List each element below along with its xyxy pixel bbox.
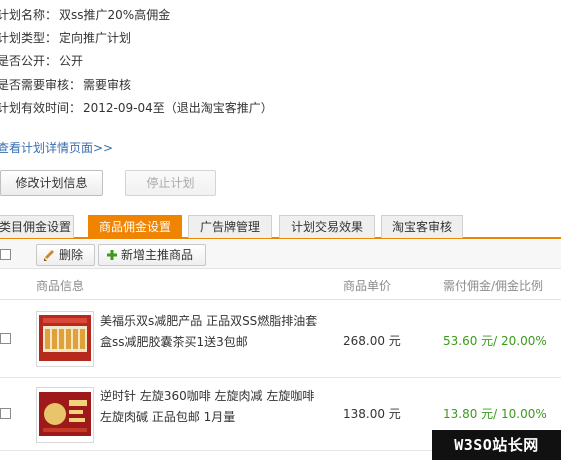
plan-name-row: 计划名称： 双ss推广20%高佣金 [0, 6, 170, 24]
plan-public-label: 是否公开： [0, 54, 58, 68]
plan-public-row: 是否公开： 公开 [0, 52, 83, 70]
product-commission: 53.60 元/ 20.00% [443, 334, 547, 348]
tab-category-commission[interactable]: 类目佣金设置 [0, 215, 74, 238]
plan-valid-label: 计划有效时间： [0, 101, 82, 115]
row-checkbox[interactable] [0, 333, 11, 344]
watermark: W3SO站长网 [432, 430, 561, 460]
add-product-button[interactable]: 新增主推商品 [98, 244, 206, 266]
plan-valid-value: 2012-09-04至（退出淘宝客推广） [83, 101, 273, 115]
product-name-line: 美福乐双s减肥产品 正品双SS燃脂排油套 [100, 314, 318, 328]
product-name[interactable]: 美福乐双s减肥产品 正品双SS燃脂排油套 盒ss减肥胶囊茶买1送3包邮 [100, 311, 352, 353]
plan-review-label: 是否需要审核： [0, 78, 82, 92]
tab-bar: 类目佣金设置 商品佣金设置 广告牌管理 计划交易效果 淘宝客审核 [0, 213, 561, 239]
edit-plan-button[interactable]: 修改计划信息 [0, 170, 103, 196]
broom-icon [43, 248, 57, 262]
product-toolbar: 删除 新增主推商品 [0, 240, 561, 269]
tab-review[interactable]: 淘宝客审核 [381, 215, 463, 238]
table-row: 美福乐双s减肥产品 正品双SS燃脂排油套 盒ss减肥胶囊茶买1送3包邮 268.… [0, 300, 561, 378]
plan-valid-row: 计划有效时间： 2012-09-04至（退出淘宝客推广） [0, 99, 273, 117]
product-name-line: 左旋肉碱 正品包邮 1月量 [100, 410, 236, 424]
product-price: 138.00 元 [343, 407, 401, 421]
plan-name-value: 双ss推广20%高佣金 [59, 8, 171, 22]
plan-type-label: 计划类型： [0, 31, 58, 45]
plan-detail-link[interactable]: 查看计划详情页面>> [0, 139, 113, 156]
delete-label: 删除 [59, 248, 84, 262]
delete-button[interactable]: 删除 [36, 244, 95, 266]
product-thumbnail[interactable] [36, 311, 94, 367]
product-price: 268.00 元 [343, 334, 401, 348]
product-table-header: 商品信息 商品单价 需付佣金/佣金比例 [0, 271, 561, 300]
plan-type-value: 定向推广计划 [59, 31, 132, 45]
plan-review-row: 是否需要审核： 需要审核 [0, 76, 131, 94]
product-name-line: 逆时针 左旋360咖啡 左旋肉减 左旋咖啡 [100, 389, 315, 403]
tab-trade-effect[interactable]: 计划交易效果 [279, 215, 375, 238]
select-all-checkbox[interactable] [0, 249, 11, 260]
plan-public-value: 公开 [59, 54, 84, 68]
product-name-line: 盒ss减肥胶囊茶买1送3包邮 [100, 335, 248, 349]
header-commission: 需付佣金/佣金比例 [443, 279, 544, 293]
plan-review-value: 需要审核 [83, 78, 132, 92]
tab-product-commission[interactable]: 商品佣金设置 [88, 215, 182, 238]
header-unit-price: 商品单价 [343, 279, 392, 293]
plus-icon [105, 248, 119, 262]
add-product-label: 新增主推商品 [121, 248, 194, 262]
stop-plan-button[interactable]: 停止计划 [125, 170, 216, 196]
product-commission: 13.80 元/ 10.00% [443, 407, 547, 421]
header-product-info: 商品信息 [36, 279, 85, 293]
product-name[interactable]: 逆时针 左旋360咖啡 左旋肉减 左旋咖啡 左旋肉碱 正品包邮 1月量 [100, 386, 352, 428]
product-thumbnail[interactable] [36, 387, 94, 443]
plan-name-label: 计划名称： [0, 8, 58, 22]
row-checkbox[interactable] [0, 408, 11, 419]
plan-type-row: 计划类型： 定向推广计划 [0, 29, 131, 47]
tab-billboard[interactable]: 广告牌管理 [188, 215, 272, 238]
